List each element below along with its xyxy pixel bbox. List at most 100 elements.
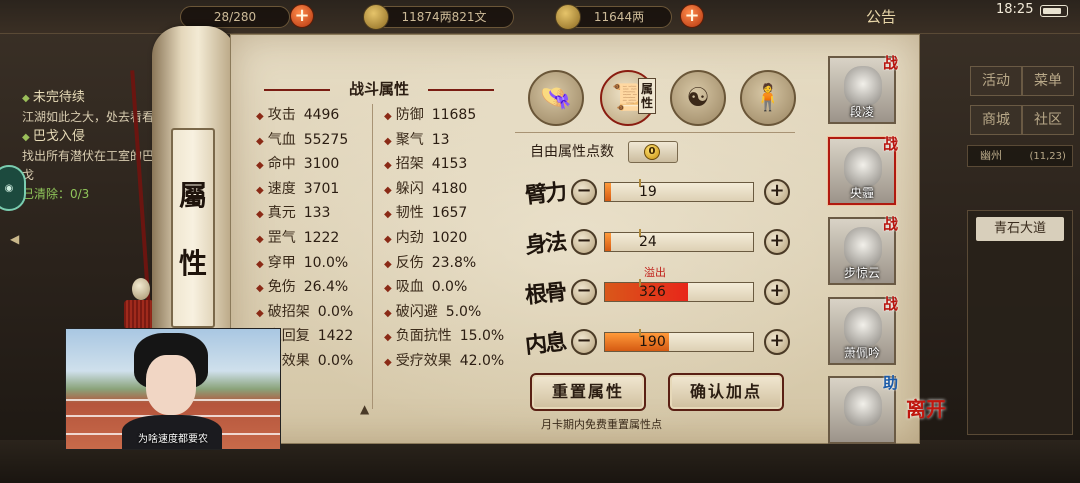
attribute-tabs: 👒 📜 属性 ☯ 🧍 [528,68,796,128]
stat-row: ◆ 吸血 0.0% [384,276,467,298]
party-member-card[interactable]: 萧佩吟 战 [828,295,898,365]
yin-yang-icon: ☯ [686,83,710,113]
increase-button[interactable]: + [764,179,790,205]
decrease-button[interactable]: − [571,229,597,255]
activity-button[interactable]: 活动 [970,66,1022,96]
role-badge: 战 [882,135,898,153]
tab-attributes[interactable]: 📜 属性 [600,70,656,126]
stat-row: ◆ 聚气 13 [384,129,450,151]
combat-stats-title: 战斗属性 [254,78,504,102]
stat-row: ◆ 真元 133 [256,202,330,224]
attribute-bar-fill [605,233,611,251]
stat-value: 26.4% [303,279,349,296]
stamina-value: 28/280 [213,10,257,24]
party-member-name: 央霾 [849,186,874,200]
scroll-down-icon[interactable]: ▲ [360,402,369,416]
add-silver-button[interactable]: + [680,4,704,28]
diamond-icon: ◆ [384,234,392,245]
stat-label: 防御 [395,107,424,123]
stat-label: 负面抗性 [395,328,452,345]
stat-value: 1657 [431,205,468,222]
shop-button[interactable]: 商城 [970,105,1022,135]
silver-value: 11644两 [593,10,645,24]
party-member-name: 段凌 [849,105,874,119]
diamond-icon: ◆ [384,135,392,147]
stat-value: 10.0% [303,254,349,271]
ingot-icon [555,4,581,30]
copper-value: 11874两821文 [401,10,487,24]
decrease-button[interactable]: − [571,329,597,355]
stat-row: ◆ 韧性 1657 [384,202,467,224]
collapse-arrow-icon[interactable]: ◀ [10,232,19,246]
stat-value: 4153 [431,156,468,173]
stat-value: 11685 [431,107,477,123]
diamond-icon: ◆ [256,111,264,122]
leave-button[interactable]: 离开 [904,398,948,448]
menu-button[interactable]: 菜单 [1022,66,1074,96]
diamond-icon: ◆ [256,135,264,147]
party-member-card[interactable]: 助 [828,374,898,444]
stat-row: ◆ 攻击 4496 [256,104,339,126]
attribute-value: 19 [639,184,657,200]
role-badge: 战 [882,215,898,233]
stat-label: 命中 [267,156,296,173]
video-overlay[interactable]: 为啥速度都要农 [65,328,281,450]
reset-attributes-button[interactable]: 重置属性 [530,373,646,411]
stat-value: 0.0% [317,353,354,369]
side-event-badge[interactable]: ◉ [0,165,26,211]
increase-button[interactable]: + [764,279,790,305]
person-face [146,355,196,415]
diamond-icon: ◆ [384,357,392,368]
party-member-card[interactable]: 步惊云 战 [828,215,898,285]
reset-footnote: 月卡期内免费重置属性点 [541,418,662,431]
location-panel: 青石大道 [967,210,1073,435]
notice-button[interactable]: 公告 [866,6,896,27]
free-points-label: 自由属性点数 [530,144,614,160]
diamond-icon: ◆ [384,209,392,221]
coin-icon [363,4,389,30]
stat-label: 罡气 [267,230,296,246]
tab-bagua[interactable]: ☯ [670,70,726,126]
confirm-points-button[interactable]: 确认加点 [668,373,784,411]
stat-value: 3100 [303,156,340,173]
attribute-name: 身法 [523,228,567,260]
tab-meridian[interactable]: 🧍 [740,70,796,126]
divider [515,132,795,133]
stat-value: 13 [431,131,450,148]
stat-value: 5.0% [445,303,482,320]
attribute-value: 24 [639,234,657,250]
tab-character[interactable]: 👒 [528,70,584,126]
party-member-card[interactable]: 段凌 战 [828,54,898,124]
decrease-button[interactable]: − [571,279,597,305]
stat-label: 招架 [395,156,424,173]
overflow-label: 溢出 [644,266,666,279]
stat-value: 4496 [303,107,340,123]
location-tag[interactable]: 青石大道 [976,217,1064,241]
stat-row: ◆ 破招架 0.0% [256,301,353,323]
attribute-bar[interactable]: 19 [604,179,754,202]
stat-label: 聚气 [395,131,424,148]
decrease-button[interactable]: − [571,179,597,205]
community-button[interactable]: 社区 [1022,105,1074,135]
attribute-bar[interactable]: 24 [604,229,754,252]
diamond-icon: ◆ [256,209,264,221]
attribute-name: 臂力 [523,178,567,210]
stat-value: 23.8% [431,254,477,271]
attribute-bar[interactable]: 326 [604,279,754,302]
increase-button[interactable]: + [764,329,790,355]
attribute-bar[interactable]: 190 [604,329,754,352]
stat-value: 15.0% [459,328,505,345]
attribute-name: 内息 [523,328,567,360]
stat-row: ◆ 躲闪 4180 [384,178,467,200]
stat-value: 3701 [303,180,340,197]
role-badge: 战 [882,295,898,313]
stat-row: ◆ 穿甲 10.0% [256,252,348,274]
stat-row: ◆ 罡气 1222 [256,227,339,249]
quest-title[interactable]: 未完待续 [22,88,162,108]
quest-title[interactable]: 巴戈入侵 [22,127,162,147]
diamond-icon: ◆ [384,184,392,196]
add-stamina-button[interactable]: + [290,4,314,28]
party-member-card[interactable]: 央霾 战 [828,135,898,205]
region-indicator[interactable]: 幽州 (11,23) [967,145,1073,167]
increase-button[interactable]: + [764,229,790,255]
